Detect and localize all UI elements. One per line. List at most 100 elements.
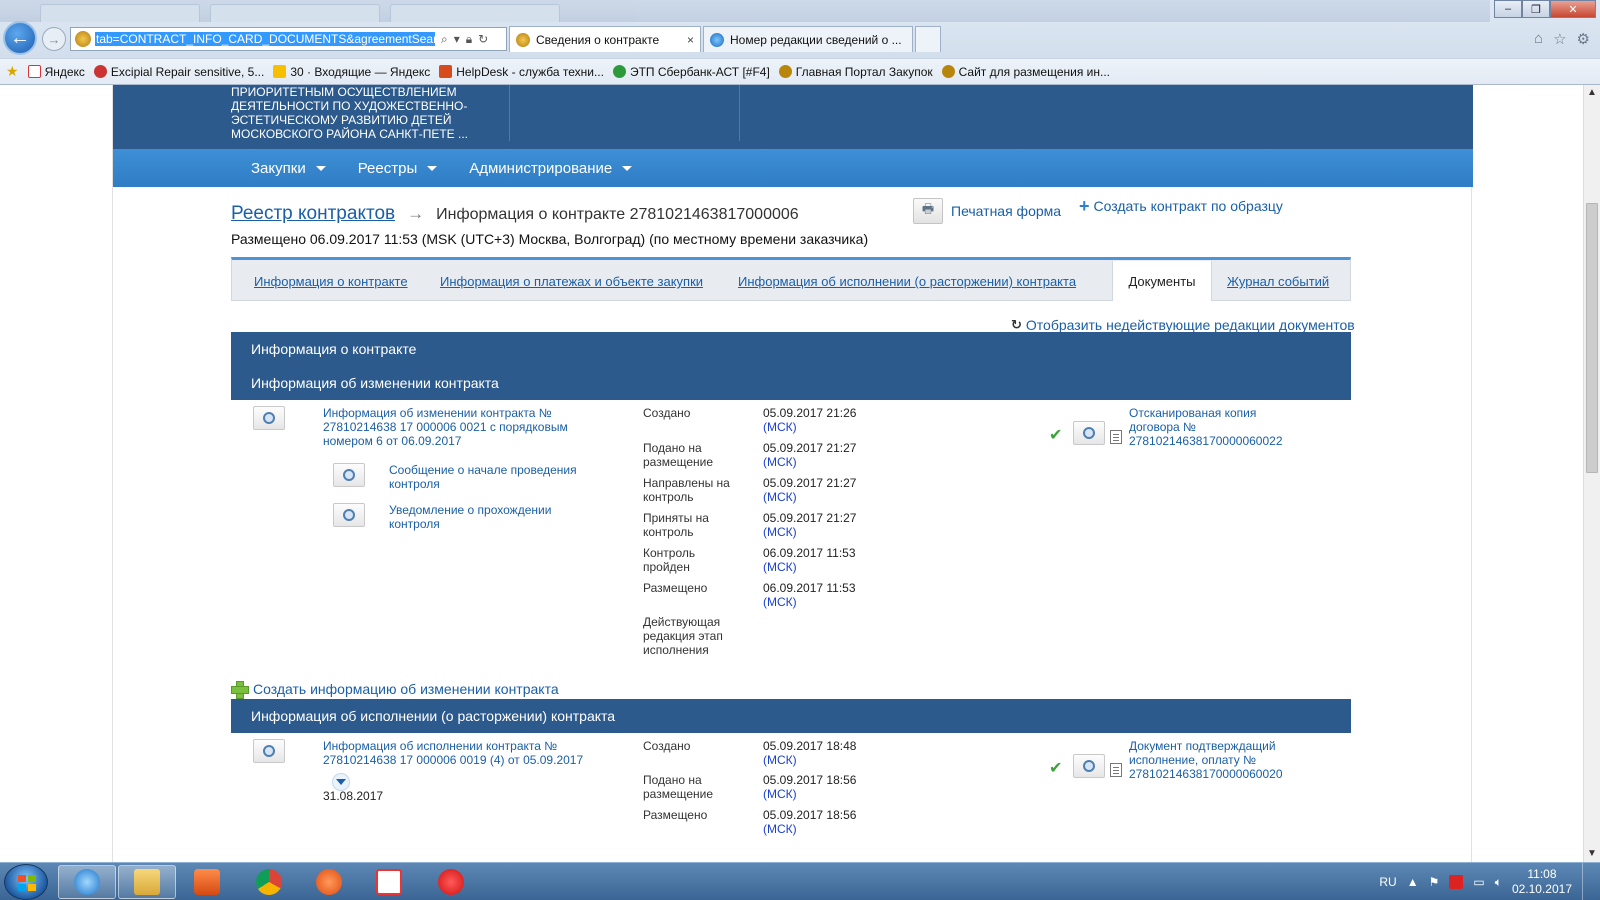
chevron-up-icon[interactable]: ▲ xyxy=(1584,85,1600,101)
favorite-sberbank-ast[interactable]: ЭТП Сбербанк-АСТ [#F4] xyxy=(612,65,770,79)
antivirus-icon[interactable] xyxy=(1449,875,1464,889)
minimize-button[interactable]: – xyxy=(1494,0,1522,18)
print-form-link[interactable]: Печатная форма xyxy=(951,203,1061,219)
settings-gear-icon[interactable]: ⚙ xyxy=(1577,30,1590,48)
document-signature-icon[interactable] xyxy=(1073,754,1105,778)
sberbank-icon xyxy=(612,65,626,78)
show-invalid-revisions[interactable]: ↻ Отобразить недействующие редакции доку… xyxy=(1011,317,1355,333)
tab-revision-number[interactable]: Номер редакции сведений о ... xyxy=(703,26,913,52)
network-icon[interactable]: ▭ xyxy=(1473,875,1484,889)
favorite-label: HelpDesk - служба техни... xyxy=(456,64,604,79)
search-icon[interactable]: ⌕ xyxy=(441,32,448,47)
tab-contract-info[interactable]: Сведения о контракте × xyxy=(509,26,701,52)
section-contract-info[interactable]: Информация о контракте xyxy=(231,332,1351,366)
tab-execution-info[interactable]: Информация об исполнении (о расторжении)… xyxy=(738,274,1076,289)
clock-date: 02.10.2017 xyxy=(1511,882,1572,896)
close-tab-icon[interactable]: × xyxy=(687,33,694,47)
taskbar-explorer[interactable] xyxy=(118,865,176,899)
control-passed-notice-link[interactable]: Уведомление о прохождении контроля xyxy=(389,503,589,531)
favorites-star-icon[interactable]: ☆ xyxy=(1553,30,1566,48)
language-indicator[interactable]: RU xyxy=(1379,875,1396,889)
window-controls: – ❐ ✕ xyxy=(1494,0,1596,18)
forward-button[interactable]: → xyxy=(42,27,66,51)
document-signature-icon[interactable] xyxy=(253,406,285,430)
show-desktop-button[interactable] xyxy=(1582,863,1592,900)
print-form-action[interactable]: 🖶︎ Печатная форма xyxy=(913,198,1061,224)
nav-administration[interactable]: Администрирование xyxy=(469,160,633,177)
taskbar-app[interactable] xyxy=(300,865,358,899)
create-by-sample-action[interactable]: + Создать контракт по образцу xyxy=(1079,197,1283,215)
printer-icon[interactable]: 🖶︎ xyxy=(913,198,943,224)
chevron-down-icon[interactable]: ▼ xyxy=(1584,846,1600,862)
document-file-icon[interactable] xyxy=(1110,763,1122,777)
event-date: 06.09.2017 11:53 (МСК) xyxy=(763,546,856,574)
start-button[interactable] xyxy=(4,864,48,900)
change-info-document-link[interactable]: Информация об изменении контракта № 2781… xyxy=(323,406,583,448)
favorites-star-icon[interactable]: ★ xyxy=(6,63,19,80)
nav-label: Закупки xyxy=(251,159,306,177)
event-date-value: 06.09.2017 11:53 xyxy=(763,546,856,560)
arrow-right-icon: → xyxy=(47,31,61,47)
new-tab-button[interactable] xyxy=(915,26,941,52)
document-signature-icon[interactable] xyxy=(1073,421,1105,445)
execution-info-document-link[interactable]: Информация об исполнении контракта № 278… xyxy=(323,739,593,767)
favorite-yandex[interactable]: Яндекс xyxy=(27,65,85,79)
favorite-placement-site[interactable]: Сайт для размещения ин... xyxy=(941,65,1110,79)
flag-icon[interactable]: ⚑ xyxy=(1429,875,1440,889)
close-window-button[interactable]: ✕ xyxy=(1550,0,1596,18)
taskbar-yandex-browser[interactable] xyxy=(422,865,480,899)
tab-event-log[interactable]: Журнал событий xyxy=(1227,274,1329,289)
home-icon[interactable]: ⌂ xyxy=(1534,30,1543,48)
scanned-contract-copy-link[interactable]: Отсканированая копия договора № 27810214… xyxy=(1129,406,1299,448)
refresh-icon[interactable]: ↻ xyxy=(478,32,488,47)
scrollbar-thumb[interactable] xyxy=(1586,203,1598,473)
document-signature-icon[interactable] xyxy=(333,503,365,527)
execution-confirmation-document-link[interactable]: Документ подтверждащий исполнение, оплат… xyxy=(1129,739,1299,781)
tab-documents[interactable]: Документы xyxy=(1112,261,1212,301)
show-invalid-revisions-link[interactable]: Отобразить недействующие редакции докуме… xyxy=(1026,317,1355,333)
address-input[interactable]: tab=CONTRACT_INFO_CARD_DOCUMENTS&agreeme… xyxy=(95,32,435,46)
taskbar-yandex[interactable] xyxy=(360,865,418,899)
seal-icon xyxy=(343,509,355,521)
nav-registries[interactable]: Реестры xyxy=(358,160,438,177)
favorite-zakupki-portal[interactable]: Главная Портал Закупок xyxy=(778,65,933,79)
emblem-icon xyxy=(941,65,955,78)
yandex-browser-icon xyxy=(438,869,464,895)
taskbar-internet-explorer[interactable] xyxy=(58,865,116,899)
address-bar[interactable]: tab=CONTRACT_INFO_CARD_DOCUMENTS&agreeme… xyxy=(70,27,507,51)
timezone-label: (МСК) xyxy=(763,595,797,609)
tab-payments-and-object[interactable]: Информация о платежах и объекте закупки xyxy=(440,274,703,289)
favorite-helpdesk[interactable]: HelpDesk - служба техни... xyxy=(439,65,604,79)
event-date-value: 05.09.2017 18:56 xyxy=(763,808,857,822)
taskbar-media-player[interactable] xyxy=(178,865,236,899)
create-change-info-action[interactable]: Создать информацию об изменении контракт… xyxy=(231,681,559,699)
control-start-message-link[interactable]: Сообщение о начале проведения контроля xyxy=(389,463,589,491)
favorite-yandex-mail[interactable]: 30 · Входящие — Яндекс xyxy=(273,65,430,79)
maximize-button[interactable]: ❐ xyxy=(1522,0,1550,18)
breadcrumb-contract-registry[interactable]: Реестр контрактов xyxy=(231,203,395,225)
tab-contract-info[interactable]: Информация о контракте xyxy=(254,274,408,289)
document-signature-icon[interactable] xyxy=(253,739,285,763)
dropdown-icon[interactable]: ▾ xyxy=(454,32,460,47)
favorite-excipial[interactable]: Excipial Repair sensitive, 5... xyxy=(93,65,264,79)
document-file-icon[interactable] xyxy=(1110,430,1122,444)
lock-icon[interactable]: 🔒︎ xyxy=(466,32,472,47)
event-label: Создано xyxy=(643,406,691,420)
nav-purchases[interactable]: Закупки xyxy=(251,160,326,177)
seal-icon xyxy=(263,745,275,757)
taskbar-chrome[interactable] xyxy=(240,865,298,899)
volume-icon[interactable]: 🔈︎ xyxy=(1495,875,1502,890)
show-hidden-icons-icon[interactable]: ▲ xyxy=(1407,875,1419,889)
chevron-down-icon xyxy=(427,165,438,171)
page-scrollbar[interactable]: ▲ ▼ xyxy=(1583,85,1600,862)
back-button[interactable]: ← xyxy=(3,21,37,55)
section-execution-info[interactable]: Информация об исполнении (о расторжении)… xyxy=(231,699,1351,733)
background-window-tabs xyxy=(0,0,1490,22)
seal-icon xyxy=(1083,427,1095,439)
document-signature-icon[interactable] xyxy=(333,463,365,487)
create-change-info-link[interactable]: Создать информацию об изменении контракт… xyxy=(253,681,559,697)
clock[interactable]: 11:08 02.10.2017 xyxy=(1512,867,1572,897)
header-divider xyxy=(739,85,740,141)
section-change-info[interactable]: Информация об изменении контракта xyxy=(231,366,1351,400)
create-by-sample-link[interactable]: Создать контракт по образцу xyxy=(1094,198,1283,214)
